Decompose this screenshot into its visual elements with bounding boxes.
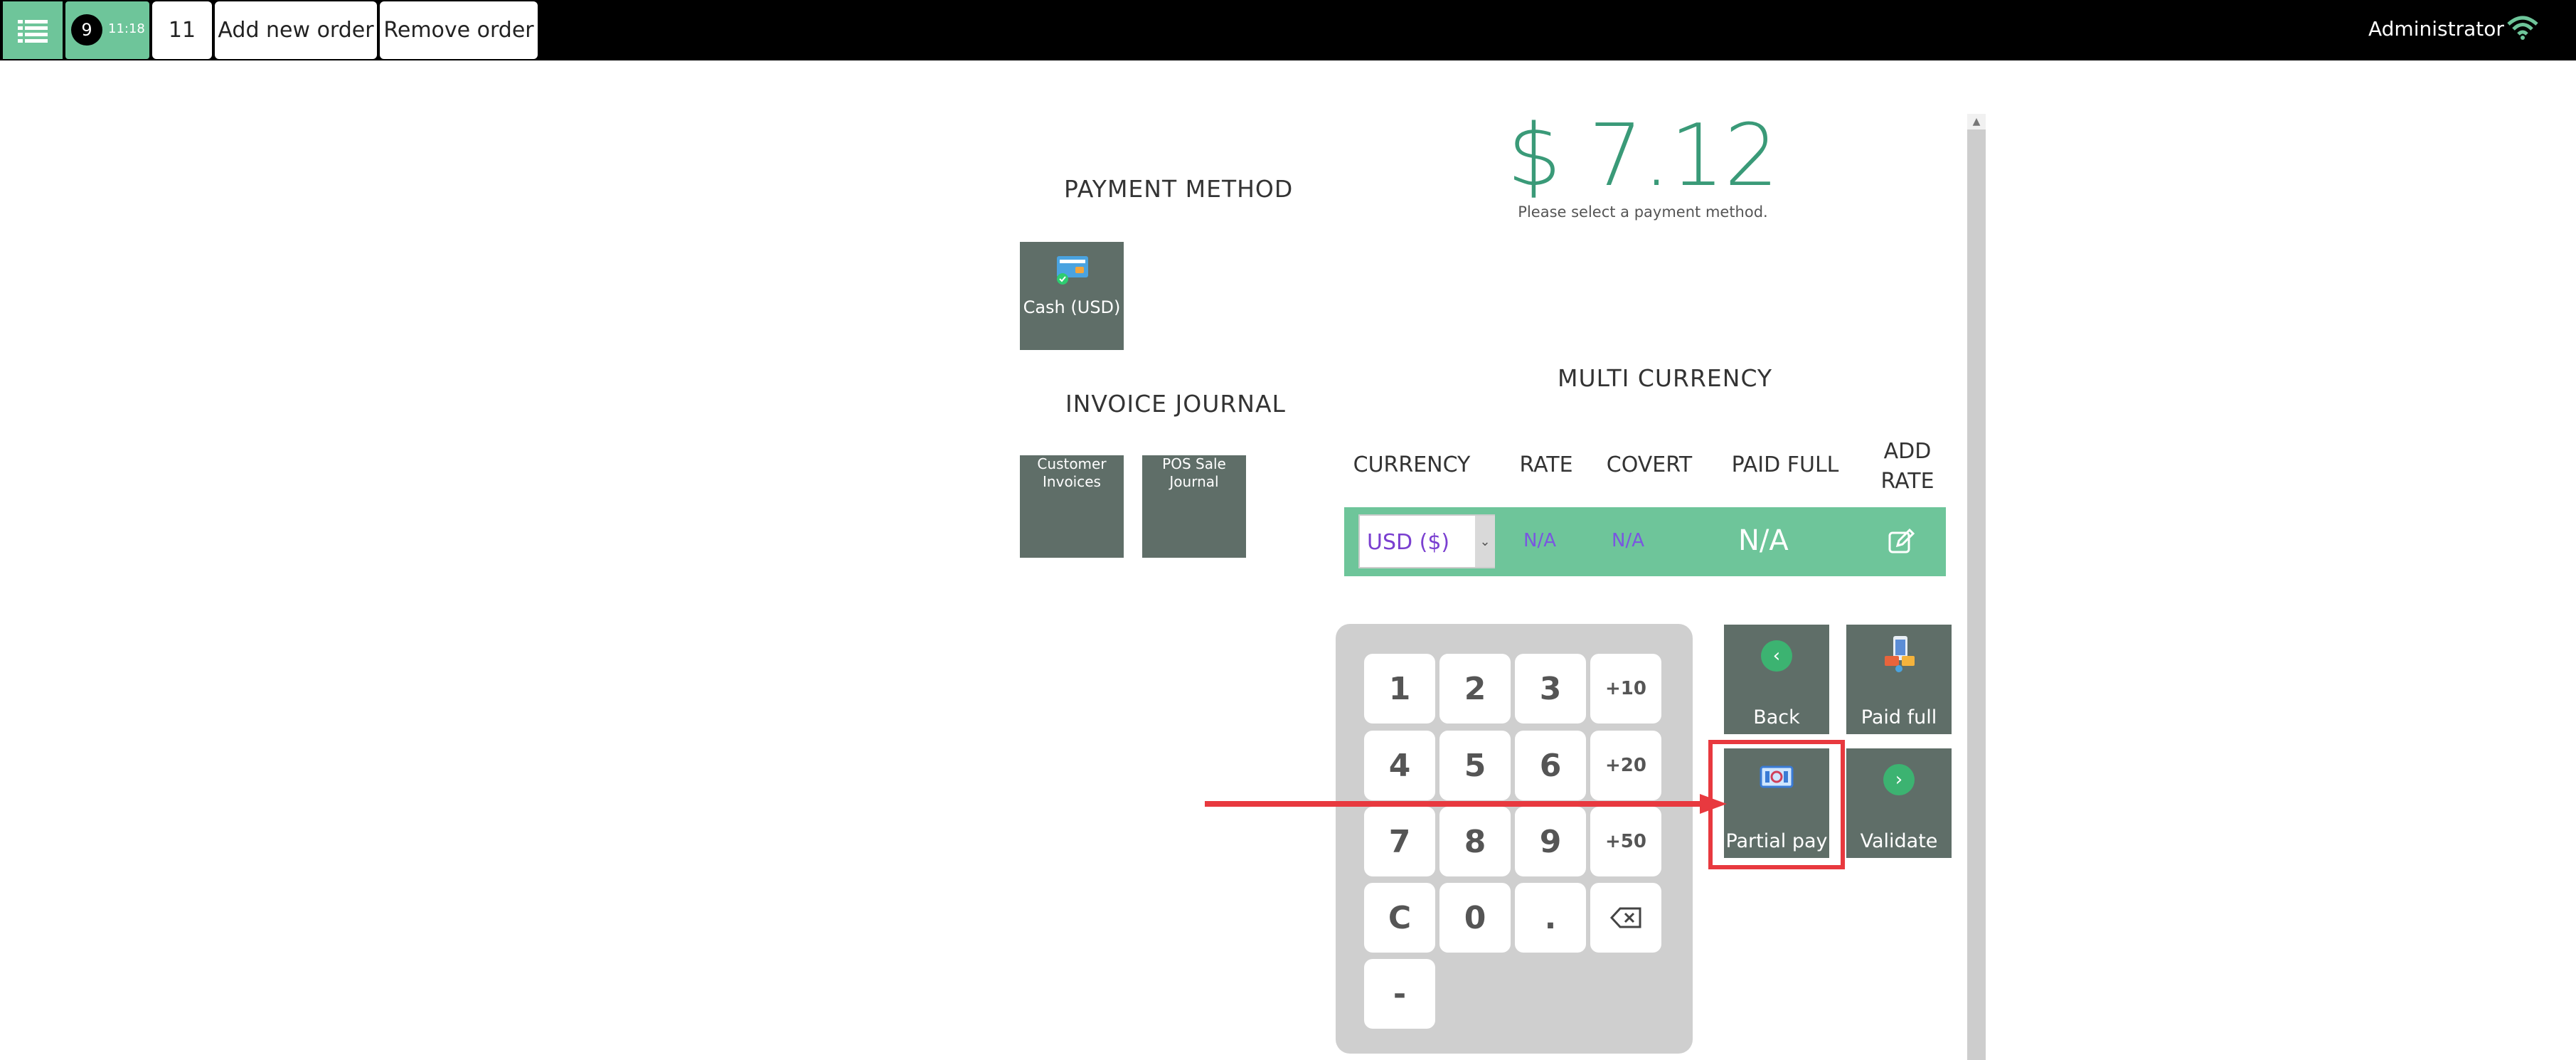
rate-value: N/A — [1523, 530, 1556, 551]
highlight-box — [1708, 740, 1845, 869]
key-plus-20[interactable]: +20 — [1590, 731, 1661, 800]
validate-button[interactable]: › Validate — [1846, 748, 1952, 858]
key-5[interactable]: 5 — [1439, 731, 1511, 800]
add-new-order-button[interactable]: Add new order — [215, 1, 377, 59]
numeric-keypad: 1 2 3 +10 4 5 6 +20 7 8 9 +50 C 0 . - — [1336, 624, 1693, 1054]
journal-label: Customer Invoices — [1037, 455, 1107, 490]
scrollbar[interactable] — [1967, 114, 1986, 1060]
paid-full-button[interactable]: Paid full — [1846, 625, 1952, 734]
amount-due: $ 7.12 — [1507, 107, 1779, 206]
column-add-rate: ADD RATE — [1880, 439, 1934, 494]
edit-icon[interactable] — [1888, 529, 1915, 554]
key-decimal[interactable]: . — [1515, 883, 1586, 953]
payment-method-heading: PAYMENT METHOD — [1064, 175, 1294, 203]
currency-select[interactable]: USD ($) ⌄ — [1358, 514, 1495, 568]
paid-full-label: Paid full — [1861, 706, 1937, 728]
key-backspace[interactable] — [1590, 883, 1661, 953]
arrow-annotation — [1205, 794, 1727, 814]
key-6[interactable]: 6 — [1515, 731, 1586, 800]
multi-currency-heading: MULTI CURRENCY — [1558, 364, 1773, 392]
user-name[interactable]: Administrator — [2368, 17, 2504, 41]
order-tab-current[interactable]: 9 11:18 — [65, 1, 149, 59]
column-covert: COVERT — [1606, 452, 1693, 477]
payment-method-label: Cash (USD) — [1023, 297, 1121, 317]
backspace-icon — [1610, 907, 1641, 928]
key-0[interactable]: 0 — [1439, 883, 1511, 953]
key-1[interactable]: 1 — [1364, 654, 1435, 724]
mobile-payment-icon — [1885, 636, 1915, 672]
currency-select-value: USD ($) — [1367, 530, 1450, 555]
back-button[interactable]: ‹ Back — [1724, 625, 1829, 734]
key-3[interactable]: 3 — [1515, 654, 1586, 724]
remove-order-button[interactable]: Remove order — [380, 1, 538, 59]
order-tab-11[interactable]: 11 — [152, 1, 212, 59]
column-rate: RATE — [1519, 452, 1573, 477]
list-icon — [18, 19, 48, 43]
scroll-up-icon[interactable]: ▲ — [1967, 114, 1986, 129]
order-number-badge: 9 — [71, 14, 102, 46]
chevron-down-icon: ⌄ — [1475, 516, 1495, 567]
payment-hint: Please select a payment method. — [1518, 203, 1768, 221]
journal-customer-invoices[interactable]: Customer Invoices — [1020, 455, 1124, 558]
key-clear[interactable]: C — [1364, 883, 1435, 953]
validate-label: Validate — [1860, 830, 1938, 852]
order-time: 11:18 — [108, 21, 145, 36]
invoice-journal-heading: INVOICE JOURNAL — [1065, 390, 1286, 418]
paid-full-value: N/A — [1738, 524, 1789, 557]
key-4[interactable]: 4 — [1364, 731, 1435, 800]
chevron-right-icon: › — [1883, 764, 1915, 795]
journal-pos-sale[interactable]: POS Sale Journal — [1142, 455, 1246, 558]
key-2[interactable]: 2 — [1439, 654, 1511, 724]
journal-label: POS Sale Journal — [1162, 455, 1226, 490]
payment-method-cash[interactable]: Cash (USD) — [1020, 242, 1124, 350]
column-currency: CURRENCY — [1353, 452, 1471, 477]
column-paid-full: PAID FULL — [1731, 452, 1839, 477]
cash-card-icon — [1057, 256, 1088, 285]
key-plus-10[interactable]: +10 — [1590, 654, 1661, 724]
top-bar: 9 11:18 11 Add new order Remove order Ad… — [0, 0, 2576, 60]
wifi-icon — [2507, 16, 2538, 40]
chevron-left-icon: ‹ — [1761, 640, 1792, 672]
key-minus[interactable]: - — [1364, 959, 1435, 1029]
menu-button[interactable] — [3, 1, 63, 59]
currency-row: USD ($) ⌄ N/A N/A N/A — [1344, 507, 1946, 576]
back-label: Back — [1753, 706, 1800, 728]
covert-value: N/A — [1612, 530, 1644, 551]
